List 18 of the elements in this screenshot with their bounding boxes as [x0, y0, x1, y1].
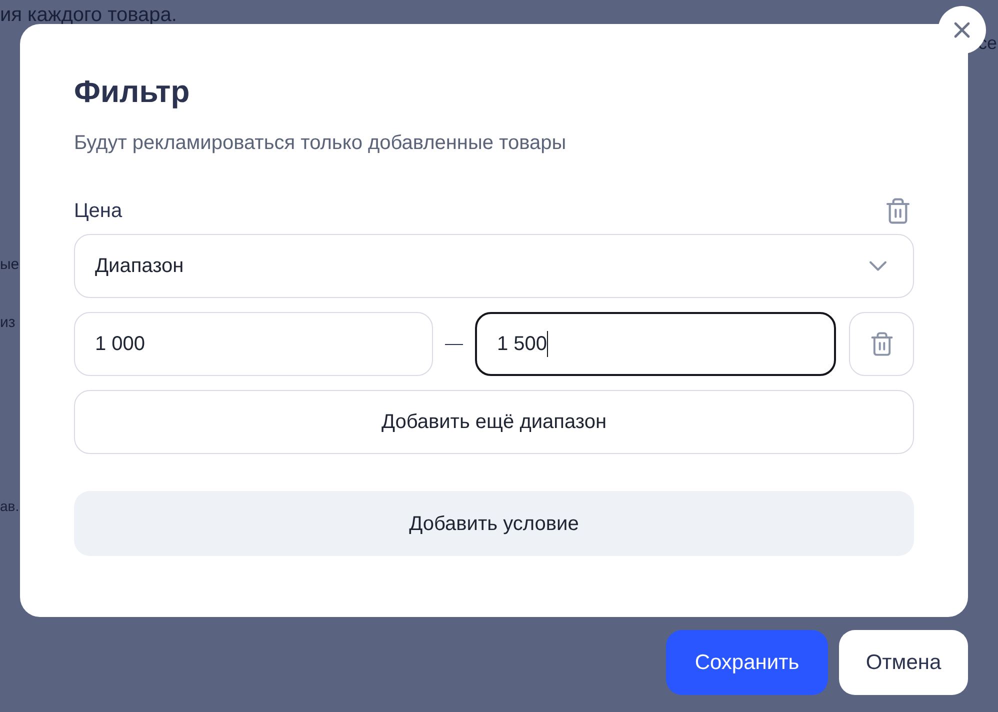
dialog-subtitle: Будут рекламироваться только добавленные товары [74, 131, 568, 156]
add-condition-button[interactable]: Добавить условие [74, 491, 914, 556]
background-text: из [0, 313, 16, 333]
range-dropdown[interactable]: Диапазон [74, 234, 914, 298]
add-range-button[interactable]: Добавить ещё диапазон [74, 390, 914, 454]
background-text: ав. [0, 497, 20, 516]
input-field[interactable]: 1 500 [475, 312, 836, 376]
field-label: Цена [74, 199, 122, 224]
trash-icon [884, 197, 912, 225]
cancel-button[interactable]: Отмена [839, 630, 968, 695]
delete-range-button[interactable] [849, 312, 914, 376]
dialog-title: Фильтр [74, 73, 191, 111]
text-cursor [547, 331, 548, 357]
trash-icon [868, 331, 894, 357]
save-button[interactable]: Сохранить [666, 630, 828, 695]
background-text: ые [0, 255, 20, 275]
background-text: ия каждого товара. [0, 3, 177, 28]
input-field[interactable]: 1 000 [74, 312, 433, 376]
